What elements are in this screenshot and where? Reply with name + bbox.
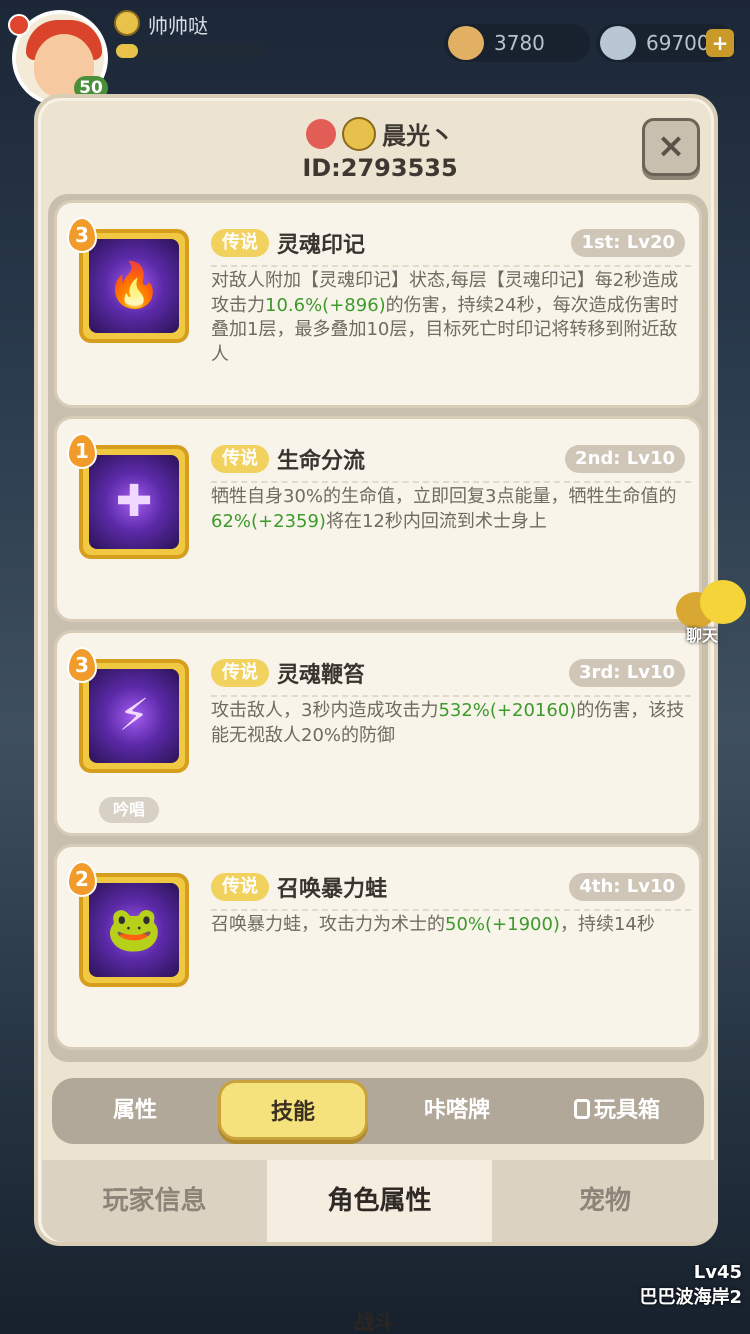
tab-toybox-label: 玩具箱 — [593, 1098, 660, 1123]
exp-bar — [116, 44, 266, 58]
skill-value-highlight: 10.6%(+896) — [265, 294, 386, 316]
chat-button[interactable]: 聊天 — [672, 580, 750, 646]
rarity-tag: 传说 — [211, 229, 269, 257]
divider — [211, 909, 691, 911]
tab-player-info[interactable]: 玩家信息 — [42, 1160, 267, 1242]
sub-tab-bar: 属性 技能 咔嗒牌 玩具箱 — [52, 1078, 704, 1144]
skill-name: 召唤暴力蛙 — [277, 877, 388, 902]
skill-icon: ⚡ — [89, 669, 179, 763]
gold-amount: 3780 — [494, 31, 545, 55]
tab-character-attributes[interactable]: 角色属性 — [267, 1160, 492, 1242]
chat-label: 聊天 — [686, 626, 719, 645]
exp-bar-fill — [116, 44, 138, 58]
skill-list[interactable]: 🔥 3 传说 灵魂印记 1st: Lv20 对敌人附加【灵魂印记】状态,每层【灵… — [48, 194, 708, 1062]
skill-description-text: 攻击敌人，3秒内造成攻击力 — [211, 700, 439, 721]
heal-cross-icon: ✚ — [115, 476, 153, 527]
skill-value-highlight: 532%(+20160) — [438, 700, 577, 721]
skill-value-highlight: 50%(+1900) — [445, 914, 560, 935]
shell-icon — [600, 26, 636, 60]
skill-description: 攻击敌人，3秒内造成攻击力532%(+20160)的伤害，该技能无视敌人20%的… — [211, 699, 691, 748]
skill-description: 牺牲自身30%的生命值，立即回复3点能量，牺牲生命值的 62%(+2359)将在1… — [211, 485, 691, 534]
tab-toybox[interactable]: 玩具箱 — [542, 1078, 692, 1144]
divider — [211, 695, 691, 697]
skill-card[interactable]: 🐸 2 传说 召唤暴力蛙 4th: Lv10 召唤暴力蛙，攻击力为术士的50%(… — [54, 844, 702, 1050]
profile-title: 晨光丶 — [38, 116, 722, 156]
avatar-badge-icon — [8, 14, 30, 36]
close-button[interactable]: × — [642, 118, 700, 176]
skill-name: 灵魂鞭笞 — [277, 663, 366, 688]
skill-card[interactable]: ✚ 1 传说 生命分流 2nd: Lv10 牺牲自身30%的生命值，立即回复3点… — [54, 416, 702, 622]
skill-rank-badge: 1 — [67, 433, 97, 469]
skill-description: 对敌人附加【灵魂印记】状态,每层【灵魂印记】每2秒造成攻击力10.6%(+896… — [211, 269, 691, 367]
battle-label[interactable]: 战斗 — [354, 1306, 394, 1334]
skill-description-text: 牺牲自身30%的生命值，立即回复3点能量，牺牲生命值的 — [211, 486, 677, 507]
gold-icon — [448, 26, 484, 60]
frog-summon-icon: 🐸 — [106, 904, 162, 955]
zone-level: Lv45 — [693, 1262, 742, 1283]
currency-gold[interactable]: 3780 — [444, 24, 590, 62]
skill-value-highlight: 62%(+2359) — [211, 510, 326, 532]
skill-icon: ✚ — [89, 455, 179, 549]
skill-icon: 🔥 — [89, 239, 179, 333]
zone-info[interactable]: Lv45 巴巴波海岸2 — [620, 1262, 742, 1309]
rarity-tag: 传说 — [211, 873, 269, 901]
player-name: 帅帅哒 — [148, 14, 208, 38]
skill-icon-frame: 🐸 — [79, 873, 189, 987]
lock-icon — [573, 1099, 590, 1119]
skill-description-text: 召唤暴力蛙，攻击力为术士的 — [211, 914, 445, 935]
skill-slot-level: 2nd: Lv10 — [565, 445, 685, 473]
skill-slot-level: 4th: Lv10 — [569, 873, 685, 901]
profile-name: 晨光丶 — [382, 122, 454, 150]
skill-name: 灵魂印记 — [277, 233, 366, 258]
main-tab-bar: 玩家信息 角色属性 宠物 — [42, 1160, 718, 1242]
skill-slot-level: 1st: Lv20 — [571, 229, 685, 257]
tab-attributes[interactable]: 属性 — [60, 1078, 210, 1144]
profile-id: ID:2793535 — [302, 154, 458, 182]
skill-description: 召唤暴力蛙，攻击力为术士的50%(+1900)，持续14秒 — [211, 913, 691, 938]
skill-description-text: ，持续14秒 — [559, 914, 655, 935]
currency-shell[interactable]: 69700 + — [596, 24, 736, 62]
chat-smile-icon — [700, 580, 746, 624]
skill-rank-badge: 3 — [67, 217, 97, 253]
skill-icon-frame: 🔥 — [79, 229, 189, 343]
skill-icon-frame: ⚡ — [79, 659, 189, 773]
skill-card[interactable]: 🔥 3 传说 灵魂印记 1st: Lv20 对敌人附加【灵魂印记】状态,每层【灵… — [54, 200, 702, 408]
zone-name: 巴巴波海岸2 — [639, 1287, 742, 1308]
skill-card[interactable]: ⚡ 3 传说 灵魂鞭笞 3rd: Lv10 攻击敌人，3秒内造成攻击力532%(… — [54, 630, 702, 836]
shell-amount: 69700 — [646, 31, 710, 55]
rarity-tag: 传说 — [211, 659, 269, 687]
divider — [211, 481, 691, 483]
rank-icon — [342, 116, 376, 151]
skill-slot-level: 3rd: Lv10 — [568, 659, 685, 687]
soul-flame-icon: 🔥 — [106, 260, 162, 311]
divider — [211, 265, 691, 267]
tab-skills[interactable]: 技能 — [218, 1080, 368, 1140]
character-info-modal: 晨光丶 ID:2793535 × 🔥 3 传说 灵魂印记 1st: Lv20 对… — [34, 94, 718, 1246]
tab-cards[interactable]: 咔嗒牌 — [382, 1078, 532, 1144]
skill-icon-frame: ✚ — [79, 445, 189, 559]
tab-pet[interactable]: 宠物 — [492, 1160, 718, 1242]
skill-rank-badge: 2 — [67, 861, 97, 897]
rank-icon — [114, 10, 140, 36]
skill-description-text: 将在12秒内回流到术士身上 — [325, 510, 547, 532]
rarity-tag: 传说 — [211, 445, 269, 473]
add-currency-button[interactable]: + — [706, 29, 734, 57]
skill-rank-badge: 3 — [67, 647, 97, 683]
skill-name: 生命分流 — [277, 449, 366, 474]
soul-whip-icon: ⚡ — [118, 690, 150, 741]
chant-tag: 吟唱 — [99, 797, 159, 823]
skill-icon: 🐸 — [89, 883, 179, 977]
pin-icon — [306, 118, 336, 149]
